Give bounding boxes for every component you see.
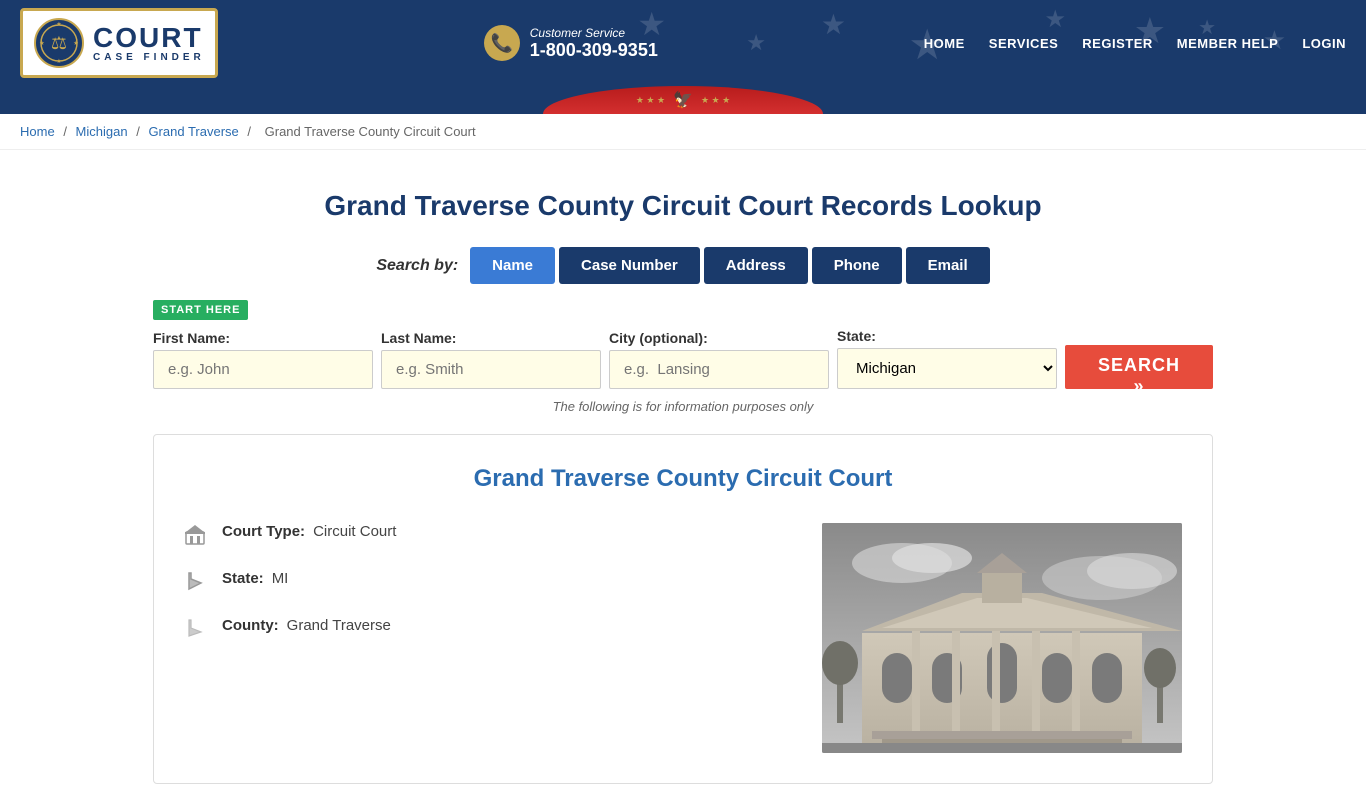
search-by-label: Search by:	[376, 257, 458, 275]
tab-email[interactable]: Email	[906, 247, 990, 284]
svg-text:★: ★	[56, 58, 61, 65]
info-note: The following is for information purpose…	[153, 399, 1213, 414]
logo-emblem-icon: ★ ★ ★ ★ ⚖	[33, 17, 85, 69]
tab-address[interactable]: Address	[704, 247, 808, 284]
breadcrumb-home[interactable]: Home	[20, 124, 55, 139]
breadcrumb-sep3: /	[247, 124, 254, 139]
state-content: State: MI	[222, 570, 288, 587]
county-icon	[184, 618, 208, 642]
nav-register[interactable]: REGISTER	[1082, 36, 1152, 51]
state-select[interactable]: AlabamaAlaskaArizonaArkansasCaliforniaCo…	[837, 348, 1057, 389]
state-detail-value: MI	[272, 570, 289, 587]
main-content: Grand Traverse County Circuit Court Reco…	[133, 150, 1233, 804]
first-name-group: First Name:	[153, 330, 373, 389]
court-info-title: Grand Traverse County Circuit Court	[184, 465, 1182, 493]
svg-text:★: ★	[56, 21, 61, 28]
court-info-section: Grand Traverse County Circuit Court	[153, 434, 1213, 784]
breadcrumb-michigan[interactable]: Michigan	[76, 124, 128, 139]
phone-number: 1-800-309-9351	[530, 40, 658, 61]
main-nav: HOME SERVICES REGISTER MEMBER HELP LOGIN	[924, 36, 1346, 51]
logo-area: ★ ★ ★ ★ ⚖ COURT CASE FINDER	[20, 8, 218, 78]
court-type-label: Court Type:	[222, 523, 305, 540]
county-label: County:	[222, 617, 279, 634]
form-area: START HERE First Name: Last Name: City (…	[153, 300, 1213, 389]
tab-name[interactable]: Name	[470, 247, 555, 284]
phone-icon: 📞	[484, 25, 520, 61]
phone-area: 📞 Customer Service 1-800-309-9351	[484, 25, 658, 61]
svg-text:★: ★	[73, 40, 78, 47]
court-type-value: Circuit Court	[313, 523, 396, 540]
court-details-row: Court Type: Circuit Court State: MI	[184, 523, 1182, 753]
phone-info: Customer Service 1-800-309-9351	[530, 26, 658, 61]
search-form-row: First Name: Last Name: City (optional): …	[153, 328, 1213, 389]
state-group: State: AlabamaAlaskaArizonaArkansasCalif…	[837, 328, 1057, 389]
courthouse-image	[822, 523, 1182, 753]
state-label: State:	[837, 328, 1057, 344]
logo-box: ★ ★ ★ ★ ⚖ COURT CASE FINDER	[20, 8, 218, 78]
city-input[interactable]	[609, 350, 829, 389]
search-section: Search by: Name Case Number Address Phon…	[153, 247, 1213, 414]
tab-case-number[interactable]: Case Number	[559, 247, 700, 284]
state-detail-label: State:	[222, 570, 264, 587]
court-type-icon	[184, 524, 208, 548]
search-by-row: Search by: Name Case Number Address Phon…	[153, 247, 1213, 284]
nav-services[interactable]: SERVICES	[989, 36, 1059, 51]
logo-text: COURT CASE FINDER	[93, 24, 205, 63]
state-item: State: MI	[184, 570, 802, 595]
county-content: County: Grand Traverse	[222, 617, 391, 634]
county-item: County: Grand Traverse	[184, 617, 802, 642]
state-icon	[184, 571, 208, 595]
breadcrumb: Home / Michigan / Grand Traverse / Grand…	[0, 114, 1366, 150]
svg-text:⚖: ⚖	[51, 33, 67, 53]
header: ★ ★ ★ ★ ★ ★ ★ ★ ★ ★ ★ ★ ⚖	[0, 0, 1366, 114]
city-group: City (optional):	[609, 330, 829, 389]
court-type-item: Court Type: Circuit Court	[184, 523, 802, 548]
search-button[interactable]: SEARCH »	[1065, 345, 1213, 389]
breadcrumb-sep2: /	[136, 124, 143, 139]
header-inner: ★ ★ ★ ★ ⚖ COURT CASE FINDER 📞 Customer S…	[0, 0, 1366, 86]
nav-member-help[interactable]: MEMBER HELP	[1177, 36, 1279, 51]
breadcrumb-sep1: /	[63, 124, 70, 139]
breadcrumb-current: Grand Traverse County Circuit Court	[265, 124, 476, 139]
last-name-label: Last Name:	[381, 330, 601, 346]
court-type-content: Court Type: Circuit Court	[222, 523, 396, 540]
last-name-input[interactable]	[381, 350, 601, 389]
start-here-badge: START HERE	[153, 300, 248, 320]
nav-login[interactable]: LOGIN	[1302, 36, 1346, 51]
last-name-group: Last Name:	[381, 330, 601, 389]
first-name-input[interactable]	[153, 350, 373, 389]
phone-label: Customer Service	[530, 26, 658, 40]
logo-casefinder-label: CASE FINDER	[93, 52, 205, 63]
svg-text:★: ★	[39, 40, 44, 47]
courthouse-svg	[822, 523, 1182, 753]
county-value: Grand Traverse	[287, 617, 391, 634]
first-name-label: First Name:	[153, 330, 373, 346]
page-title: Grand Traverse County Circuit Court Reco…	[153, 190, 1213, 222]
breadcrumb-grand-traverse[interactable]: Grand Traverse	[148, 124, 238, 139]
logo-court-label: COURT	[93, 24, 205, 52]
nav-home[interactable]: HOME	[924, 36, 965, 51]
city-label: City (optional):	[609, 330, 829, 346]
tab-phone[interactable]: Phone	[812, 247, 902, 284]
court-details-left: Court Type: Circuit Court State: MI	[184, 523, 802, 753]
